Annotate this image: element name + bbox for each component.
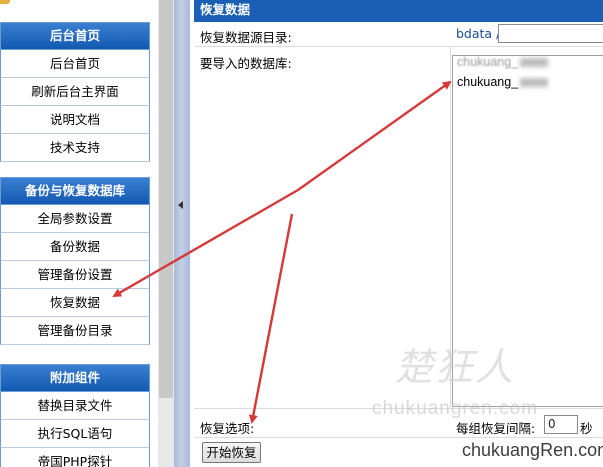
sidebar-item-docs[interactable]: 说明文档 [0,106,150,134]
options-label: 恢复选项: [200,421,255,436]
source-dir-label: 恢复数据源目录: [200,30,292,45]
sidebar-item-manage-backup-settings[interactable]: 管理备份设置 [0,261,150,289]
interval-unit: 秒 [580,421,593,436]
sidebar-item-global-settings[interactable]: 全局参数设置 [0,205,150,233]
collapse-arrow-icon[interactable] [178,201,183,209]
sidebar-scrollbar[interactable] [158,0,174,467]
sidebar-item-support[interactable]: 技术支持 [0,134,150,162]
main-panel: 恢复数据 恢复数据源目录: bdata / 要导入的数据库: chukuang_… [194,0,603,467]
frame-splitter[interactable] [174,0,190,467]
sidebar-item-restore-data[interactable]: 恢复数据 [0,289,150,317]
database-label: 要导入的数据库: [200,56,292,71]
start-restore-button[interactable]: 开始恢复 [202,442,261,463]
source-dir-prefix: bdata / [456,26,501,41]
sidebar: 后台首页 后台首页 刷新后台主界面 说明文档 技术支持 备份与恢复数据库 全局参… [0,0,150,467]
logo [0,0,150,12]
watermark-url: chukuangRen.com [462,440,603,460]
interval-label: 每组恢复间隔: [456,421,536,436]
nav-group-addons: 附加组件 替换目录文件 执行SQL语句 帝国PHP探针 [0,364,150,467]
database-option[interactable]: chukuang_ [457,56,549,69]
sidebar-item-home[interactable]: 后台首页 [0,50,150,78]
source-dir-row: 恢复数据源目录: bdata / [194,22,603,47]
page-title: 恢复数据 [194,0,603,22]
watermark-url-faint: chukuangren.com [372,398,539,419]
source-dir-input[interactable] [498,24,603,43]
sidebar-item-refresh[interactable]: 刷新后台主界面 [0,78,150,106]
nav-group-backup: 备份与恢复数据库 全局参数设置 备份数据 管理备份设置 恢复数据 管理备份目录 [0,177,150,345]
scroll-down-button[interactable] [159,453,173,467]
nav-group-header-home[interactable]: 后台首页 [0,22,150,50]
nav-group-header-backup[interactable]: 备份与恢复数据库 [0,177,150,205]
sidebar-item-manage-backup-dir[interactable]: 管理备份目录 [0,317,150,345]
database-option[interactable]: chukuang_ [457,75,549,89]
watermark-calligraphy: 楚狂人 [395,345,516,389]
interval-input[interactable]: 0 [544,415,578,434]
scrollbar-thumb[interactable] [159,0,173,398]
sidebar-item-backup-data[interactable]: 备份数据 [0,233,150,261]
nav-group-home: 后台首页 后台首页 刷新后台主界面 说明文档 技术支持 [0,22,150,162]
sidebar-item-run-sql[interactable]: 执行SQL语句 [0,420,150,448]
sidebar-item-php-probe[interactable]: 帝国PHP探针 [0,448,150,467]
nav-group-header-addons[interactable]: 附加组件 [0,364,150,392]
sidebar-item-replace-files[interactable]: 替换目录文件 [0,392,150,420]
